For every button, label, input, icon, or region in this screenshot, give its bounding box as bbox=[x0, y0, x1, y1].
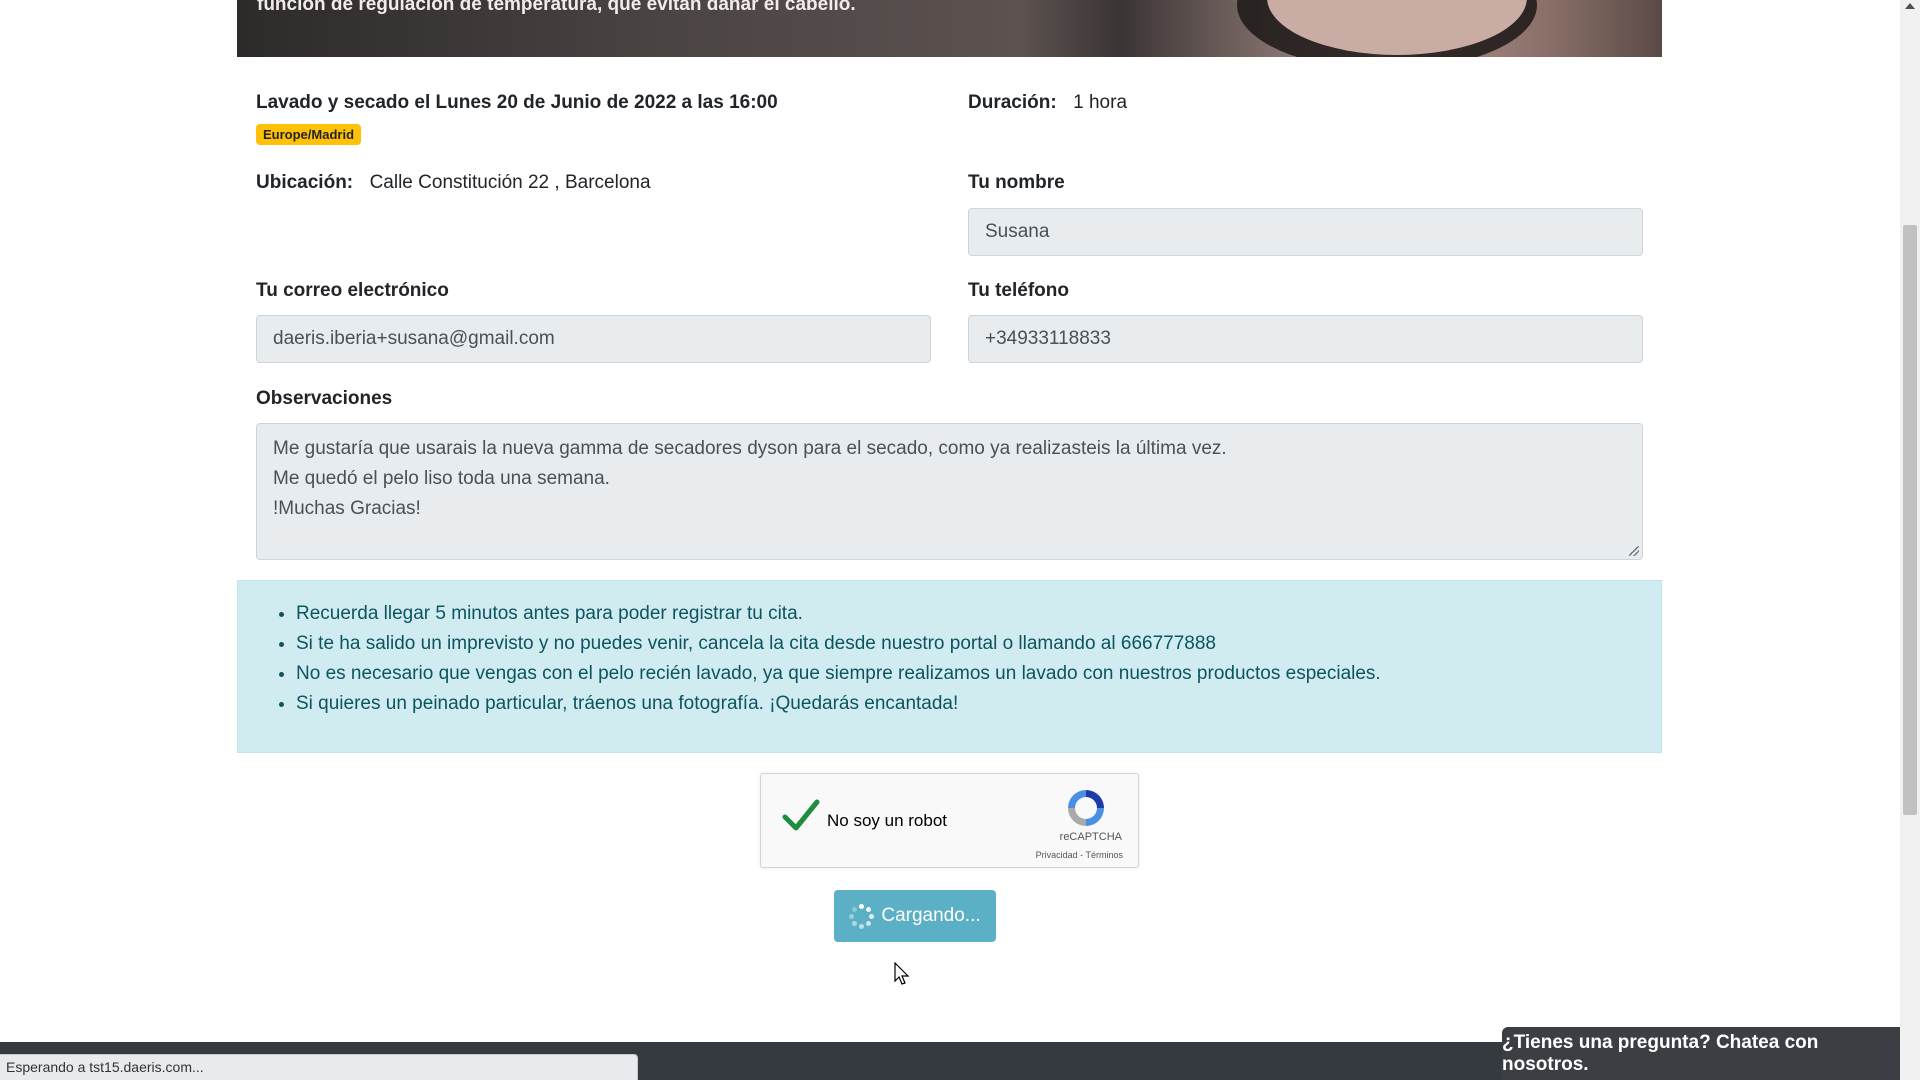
spinner-icon bbox=[849, 904, 875, 929]
hero-image: función de regulación de temperatura, qu… bbox=[237, 0, 1662, 57]
submit-button[interactable]: Cargando... bbox=[834, 890, 996, 942]
name-field[interactable]: Susana bbox=[968, 208, 1643, 256]
browser-status-bar: Esperando a tst15.daeris.com... bbox=[0, 1054, 638, 1080]
recaptcha-links: Privacidad - Términos bbox=[1036, 850, 1123, 860]
submit-label: Cargando... bbox=[881, 905, 981, 926]
duration-value: 1 hora bbox=[1073, 92, 1128, 113]
recaptcha-brand: reCAPTCHA bbox=[1059, 831, 1122, 843]
location-value: Calle Constitución 22 , Barcelona bbox=[369, 172, 651, 193]
hero-caption: función de regulación de temperatura, qu… bbox=[257, 0, 856, 15]
notes-label: Observaciones bbox=[256, 388, 393, 409]
info-item: Si quieres un peinado particular, tráeno… bbox=[296, 689, 1381, 719]
notes-line: Me gustaría que usarais la nueva gamma d… bbox=[273, 438, 1227, 459]
page-scrollbar[interactable] bbox=[1900, 0, 1920, 1080]
email-field[interactable]: daeris.iberia+susana@gmail.com bbox=[256, 315, 931, 363]
info-item: Si te ha salido un imprevisto y no puede… bbox=[296, 629, 1381, 659]
duration-label: Duración: bbox=[968, 92, 1057, 113]
checkmark-icon[interactable] bbox=[781, 796, 821, 836]
timezone-badge: Europe/Madrid bbox=[256, 124, 362, 145]
appointment-title: Lavado y secado el Lunes 20 de Junio de … bbox=[256, 92, 778, 113]
info-alert: Recuerda llegar 5 minutos antes para pod… bbox=[237, 580, 1662, 753]
mouse-cursor-icon bbox=[894, 962, 910, 985]
chat-widget-button[interactable]: ¿Tienes una pregunta? Chatea con nosotro… bbox=[1502, 1027, 1906, 1080]
scrollbar-thumb[interactable] bbox=[1903, 225, 1917, 815]
recaptcha-logo-icon bbox=[1068, 790, 1104, 826]
location-row: Ubicación: Calle Constitución 22 , Barce… bbox=[256, 172, 651, 194]
recaptcha-label: No soy un robot bbox=[827, 811, 948, 830]
booking-page: función de regulación de temperatura, qu… bbox=[0, 0, 1920, 1080]
privacy-link[interactable]: Privacidad bbox=[1036, 850, 1078, 860]
info-item: Recuerda llegar 5 minutos antes para pod… bbox=[296, 599, 1381, 629]
recaptcha-widget: No soy un robot reCAPTCHA Privacidad - T… bbox=[760, 773, 1139, 868]
info-item: No es necesario que vengas con el pelo r… bbox=[296, 659, 1381, 689]
terms-link[interactable]: Términos bbox=[1085, 850, 1123, 860]
email-label: Tu correo electrónico bbox=[256, 280, 449, 301]
duration-row: Duración: 1 hora bbox=[968, 92, 1127, 114]
scroll-up-icon[interactable] bbox=[1905, 3, 1915, 9]
info-list: Recuerda llegar 5 minutos antes para pod… bbox=[296, 599, 1381, 719]
notes-line: Me quedó el pelo liso toda una semana. bbox=[273, 468, 610, 489]
location-label: Ubicación: bbox=[256, 172, 354, 193]
name-label: Tu nombre bbox=[968, 172, 1065, 193]
resize-handle[interactable] bbox=[1629, 546, 1639, 556]
notes-line: !Muchas Gracias! bbox=[273, 498, 421, 519]
phone-label: Tu teléfono bbox=[968, 280, 1069, 301]
notes-textarea[interactable]: Me gustaría que usarais la nueva gamma d… bbox=[256, 423, 1643, 560]
phone-field[interactable]: +34933118833 bbox=[968, 315, 1643, 363]
